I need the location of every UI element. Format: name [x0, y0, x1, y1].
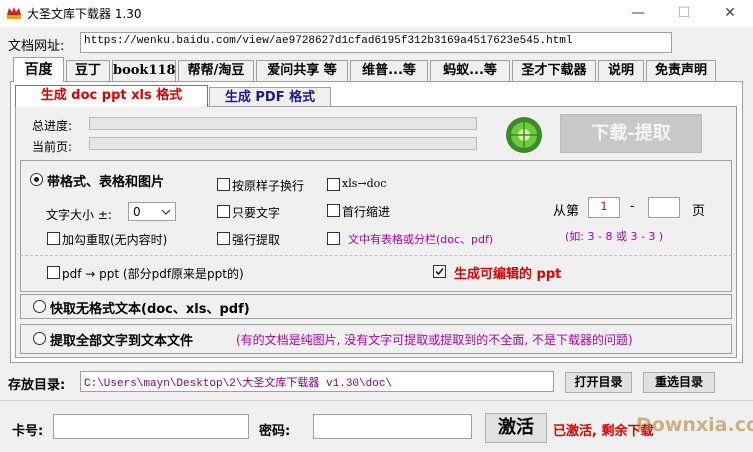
- title-bar: 大圣文库下载器 1.30 — ☐ ✕: [0, 0, 753, 27]
- group-divider: [20, 255, 732, 256]
- chevron-down-icon: [161, 209, 171, 215]
- tab-baidu[interactable]: 百度: [13, 57, 64, 82]
- quick-text-radio[interactable]: [33, 300, 46, 313]
- card-label: 卡号:: [12, 424, 44, 439]
- url-label: 文档网址:: [8, 39, 65, 54]
- maximize-button[interactable]: ☐: [661, 0, 707, 27]
- text-only-label: 只要文字: [232, 206, 281, 220]
- total-progress-bar: [89, 117, 477, 130]
- text-only-checkbox[interactable]: [217, 205, 230, 218]
- pdf-to-ppt-label: pdf → ppt (部分pdf原来是ppt的): [62, 267, 244, 281]
- page-range-dash: -: [630, 199, 635, 214]
- force-extract-checkbox[interactable]: [217, 232, 230, 245]
- page-to-input[interactable]: [648, 197, 680, 218]
- total-progress-label: 总进度:: [32, 119, 73, 133]
- tab-iask[interactable]: 爱问共享 等: [256, 60, 348, 81]
- extract-all-label: 提取全部文字到文本文件: [50, 334, 194, 349]
- separator: [0, 400, 753, 401]
- page-unit-label: 页: [692, 204, 706, 219]
- subtab-pdf[interactable]: 生成 PDF 格式: [209, 87, 331, 107]
- subtab-doc[interactable]: 生成 doc ppt xls 格式: [15, 85, 208, 107]
- watermark: Downxia.com: [636, 414, 753, 436]
- table-columns-label: 文中有表格或分栏(doc、pdf): [348, 233, 494, 246]
- page-range-hint: (如: 3 - 8 或 3 - 3 ): [565, 230, 664, 243]
- status-indicator-icon: [506, 117, 542, 153]
- close-button[interactable]: ✕: [707, 0, 753, 27]
- password-label: 密码:: [259, 424, 291, 439]
- page-from-input[interactable]: 1: [588, 197, 620, 218]
- xls-to-doc-label: xls→doc: [342, 177, 387, 190]
- font-size-label: 文字大小 ±:: [46, 208, 112, 222]
- tab-mayi[interactable]: 蚂蚁...等: [430, 60, 510, 81]
- editable-ppt-checkbox[interactable]: [433, 265, 446, 278]
- save-dir-input[interactable]: C:\Users\mayn\Desktop\2\大圣文库下载器 v1.30\do…: [80, 371, 554, 392]
- tab-docin[interactable]: 豆丁: [66, 60, 110, 81]
- open-dir-button[interactable]: 打开目录: [565, 372, 632, 393]
- format-radio[interactable]: [30, 173, 43, 186]
- recheck-label: 加勾重取(无内容时): [62, 233, 168, 247]
- tab-bangbang[interactable]: 帮帮/淘豆: [178, 60, 254, 81]
- choose-dir-button[interactable]: 重选目录: [643, 372, 715, 393]
- save-dir-label: 存放目录:: [8, 378, 66, 393]
- app-icon: [7, 7, 21, 19]
- recheck-checkbox[interactable]: [47, 232, 60, 245]
- extract-all-radio[interactable]: [33, 332, 46, 345]
- card-input[interactable]: [53, 414, 249, 439]
- quick-text-label: 快取无格式文本(doc、xls、pdf): [50, 302, 250, 317]
- extract-note: (有的文档是纯图片, 没有文字可提取或提取到的不全面, 不是下载器的问题): [236, 333, 633, 347]
- font-size-value: 0: [133, 205, 141, 219]
- tab-disclaimer[interactable]: 免责声明: [646, 60, 716, 81]
- font-size-select[interactable]: 0: [128, 202, 176, 221]
- keep-linebreak-label: 按原样子换行: [232, 179, 305, 193]
- xls-to-doc-checkbox[interactable]: [327, 178, 340, 191]
- page-from-label: 从第: [553, 204, 580, 219]
- pdf-to-ppt-checkbox[interactable]: [47, 266, 60, 279]
- minimize-button[interactable]: —: [615, 0, 661, 27]
- first-line-indent-checkbox[interactable]: [327, 204, 340, 217]
- editable-ppt-label: 生成可编辑的 ppt: [454, 267, 562, 282]
- first-line-indent-label: 首行缩进: [342, 205, 391, 219]
- tab-help[interactable]: 说明: [598, 60, 644, 81]
- password-input[interactable]: [313, 414, 472, 439]
- download-button[interactable]: 下载-提取: [560, 114, 702, 153]
- format-radio-label: 带格式、表格和图片: [47, 175, 165, 190]
- keep-linebreak-checkbox[interactable]: [217, 178, 230, 191]
- force-extract-label: 强行提取: [232, 233, 281, 247]
- tab-book118[interactable]: book118: [112, 60, 176, 81]
- page-progress-bar: [89, 137, 477, 150]
- activate-button[interactable]: 激活: [485, 413, 547, 443]
- page-progress-label: 当前页:: [32, 140, 73, 154]
- tab-weipu[interactable]: 维普...等: [350, 60, 428, 81]
- check-icon: [435, 267, 444, 276]
- window-title: 大圣文库下载器 1.30: [27, 7, 142, 21]
- url-input[interactable]: https://wenku.baidu.com/view/ae9728627d1…: [80, 32, 672, 53]
- tab-shengcai[interactable]: 圣才下载器: [512, 60, 596, 81]
- table-columns-checkbox[interactable]: [327, 232, 340, 245]
